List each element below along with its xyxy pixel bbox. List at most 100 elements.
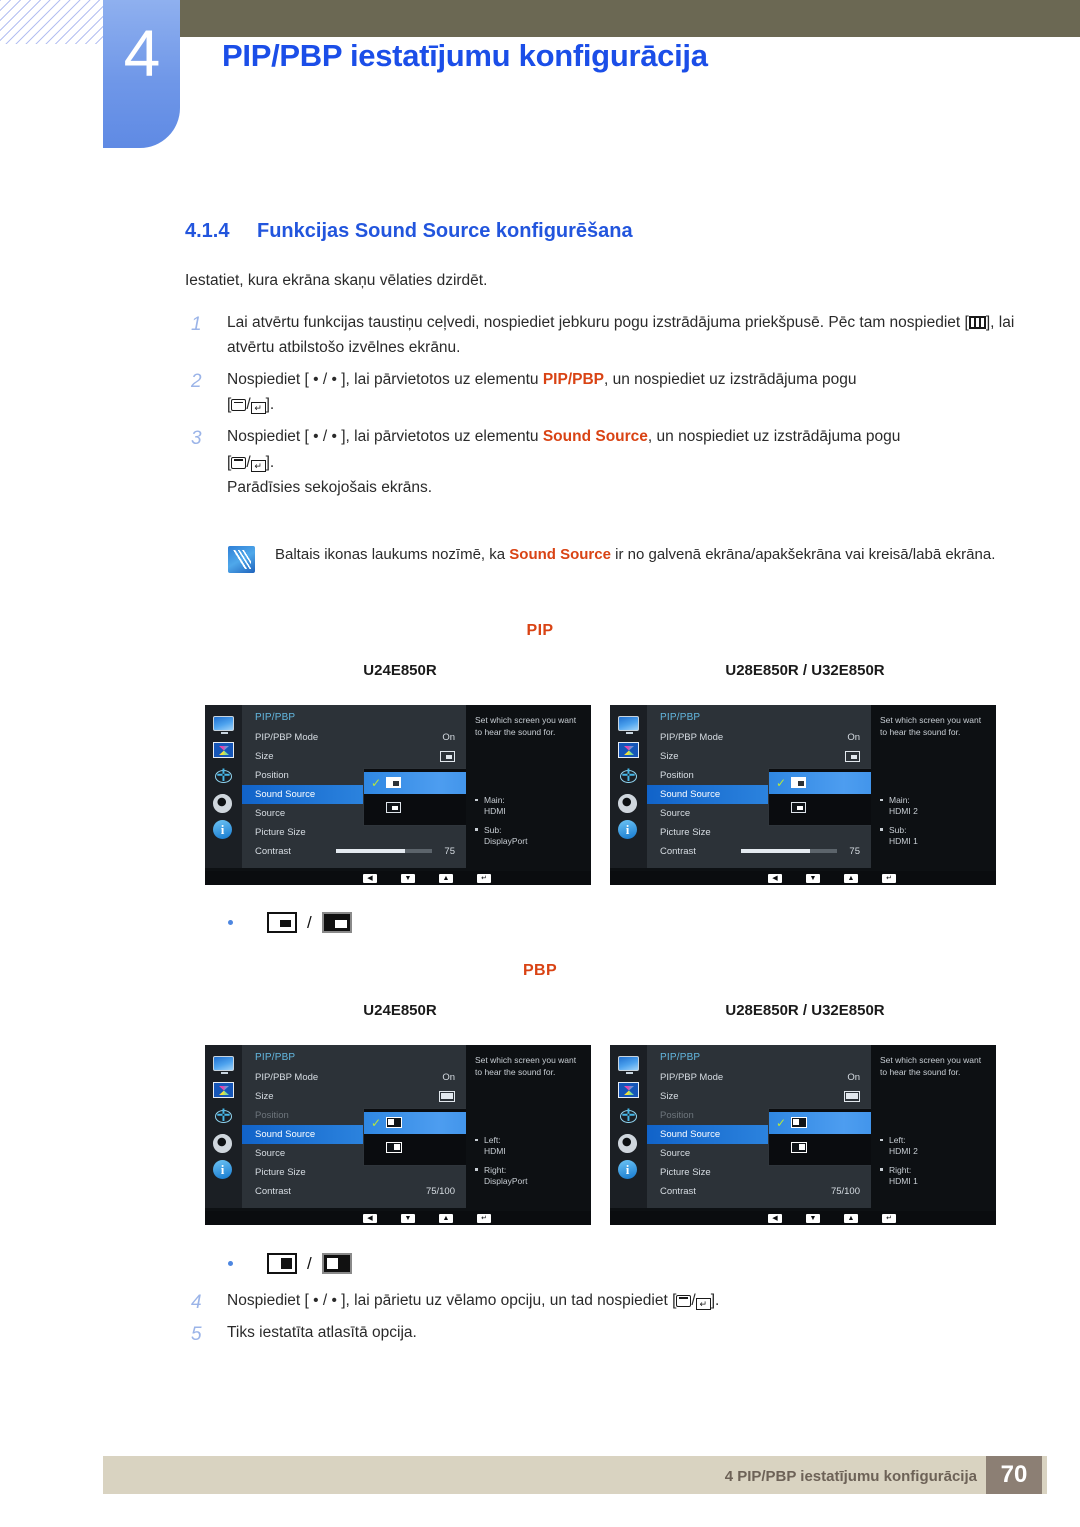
contrast-slider[interactable] [336, 849, 432, 853]
pip-pbp-icon[interactable] [213, 742, 234, 759]
osd-row-contrast[interactable]: Contrast 75/100 [242, 1182, 466, 1201]
nav-up-button[interactable]: ▲ [844, 873, 858, 883]
display-icon[interactable] [213, 1056, 234, 1075]
osd-row-label: Contrast [660, 846, 696, 857]
nav-down-button[interactable]: ▼ [806, 1213, 820, 1223]
osd-row-label: Contrast [255, 846, 291, 857]
source-value: HDMI [484, 806, 506, 817]
source-value: DisplayPort [484, 1175, 528, 1186]
info-icon[interactable]: i [618, 820, 639, 839]
display-icon[interactable] [618, 1056, 639, 1075]
section-number: 4.1.4 [185, 220, 230, 242]
pbp-right-icon [791, 1142, 807, 1153]
nav-up-button[interactable]: ▲ [439, 1213, 453, 1223]
nav-enter-button[interactable]: ↵ [882, 873, 896, 883]
osd-sidebar: i [610, 1045, 647, 1208]
decorative-hatch-pattern [0, 0, 120, 44]
osd-row-label: Position [255, 770, 289, 781]
display-icon[interactable] [213, 716, 234, 735]
move-icon[interactable] [618, 1104, 639, 1128]
source-label: Main: [484, 795, 505, 806]
osd-row-label: Size [660, 751, 679, 762]
gear-icon[interactable] [213, 1134, 234, 1153]
info-icon[interactable]: i [213, 820, 234, 839]
osd-row-label: PIP/PBP Mode [660, 732, 724, 743]
nav-enter-button[interactable]: ↵ [477, 873, 491, 883]
osd-row-label: Position [660, 1110, 694, 1121]
osd-navbar: ◀ ▼ ▲ ↵ [205, 871, 591, 885]
osd-row-contrast[interactable]: Contrast 75 [242, 842, 466, 861]
note-text-a: Baltais ikonas laukums nozīmē, ka [275, 546, 510, 563]
gear-icon[interactable] [618, 794, 639, 813]
nav-up-button[interactable]: ▲ [844, 1213, 858, 1223]
osd-row-mode[interactable]: PIP/PBP Mode On [242, 1068, 466, 1087]
source-label: Sub: [889, 824, 907, 835]
osd-row-size[interactable]: Size [242, 747, 466, 766]
osd-row-value: 75 [444, 846, 455, 857]
nav-back-button[interactable]: ◀ [363, 873, 377, 883]
step-2: 2 Nospiediet [ • / • ], lai pārvietotos … [185, 367, 1015, 417]
pip-sub-icon [791, 802, 806, 813]
move-icon[interactable] [213, 764, 234, 788]
source-label: Main: [889, 795, 910, 806]
osd-row-size[interactable]: Size [647, 747, 871, 766]
back-key-icon [231, 399, 247, 412]
osd-pbp-left: i PIP/PBP PIP/PBP Mode On Size Position S… [205, 1045, 591, 1225]
nav-down-button[interactable]: ▼ [806, 873, 820, 883]
info-icon[interactable]: i [618, 1160, 639, 1179]
osd-row-value: 75/100 [425, 1186, 455, 1197]
pip-size-icon [845, 750, 860, 762]
key-bracket-close: ]. [265, 396, 275, 414]
check-icon: ✓ [776, 776, 787, 790]
section-heading: 4.1.4 Funkcijas Sound Source konfigurēšan… [185, 220, 633, 243]
pip-pbp-icon[interactable] [618, 1082, 639, 1099]
gear-icon[interactable] [213, 794, 234, 813]
pip-pbp-icon[interactable] [618, 742, 639, 759]
nav-enter-button[interactable]: ↵ [882, 1213, 896, 1223]
nav-enter-button[interactable]: ↵ [477, 1213, 491, 1223]
osd-row-size[interactable]: Size [242, 1087, 466, 1106]
osd-row-contrast[interactable]: Contrast 75 [647, 842, 871, 861]
move-icon[interactable] [618, 764, 639, 788]
note-text: Baltais ikonas laukums nozīmē, ka Sound … [275, 543, 1018, 567]
nav-back-button[interactable]: ◀ [768, 873, 782, 883]
nav-down-button[interactable]: ▼ [401, 873, 415, 883]
contrast-slider[interactable] [741, 849, 837, 853]
osd-row-label: PIP/PBP Mode [255, 732, 319, 743]
osd-row-value: On [442, 732, 455, 743]
nav-down-button[interactable]: ▼ [401, 1213, 415, 1223]
step-text: Nospiediet [ • / • ], lai pārvietotos uz… [227, 428, 543, 446]
pip-pbp-icon[interactable] [213, 1082, 234, 1099]
display-icon[interactable] [618, 716, 639, 735]
osd-help-text: Set which screen you want to hear the so… [880, 1055, 982, 1078]
pbp-right-white-icon [321, 1253, 352, 1274]
osd-row-contrast[interactable]: Contrast 75/100 [647, 1182, 871, 1201]
nav-back-button[interactable]: ◀ [768, 1213, 782, 1223]
osd-help-text: Set which screen you want to hear the so… [475, 715, 577, 738]
source-item-left: Left: HDMI [475, 1135, 585, 1157]
osd-row-mode[interactable]: PIP/PBP Mode On [647, 728, 871, 747]
back-key-icon [231, 456, 247, 469]
osd-row-value: On [847, 1072, 860, 1083]
section-title: Funkcijas Sound Source konfigurēšana [257, 220, 633, 242]
move-icon[interactable] [213, 1104, 234, 1128]
nav-up-button[interactable]: ▲ [439, 873, 453, 883]
osd-navbar: ◀ ▼ ▲ ↵ [610, 871, 996, 885]
gear-icon[interactable] [618, 1134, 639, 1153]
pip-mode-label: PIP [526, 622, 554, 639]
info-icon[interactable]: i [213, 1160, 234, 1179]
osd-row-value: 75 [849, 846, 860, 857]
osd-row-mode[interactable]: PIP/PBP Mode On [242, 728, 466, 747]
nav-back-button[interactable]: ◀ [363, 1213, 377, 1223]
step-marker: 4 [191, 1292, 202, 1313]
osd-row-size[interactable]: Size [647, 1087, 871, 1106]
osd-row-mode[interactable]: PIP/PBP Mode On [647, 1068, 871, 1087]
osd-row-label: Size [660, 1091, 679, 1102]
osd-help-panel: Set which screen you want to hear the so… [466, 1045, 591, 1208]
keyword-pip-pbp: PIP/PBP [542, 371, 605, 389]
osd-row-value: On [847, 732, 860, 743]
glyph-separator: / [307, 1253, 312, 1273]
source-value: HDMI 2 [889, 1146, 918, 1157]
pip-sub-icon [386, 802, 401, 813]
glyph-separator: / [307, 912, 312, 932]
